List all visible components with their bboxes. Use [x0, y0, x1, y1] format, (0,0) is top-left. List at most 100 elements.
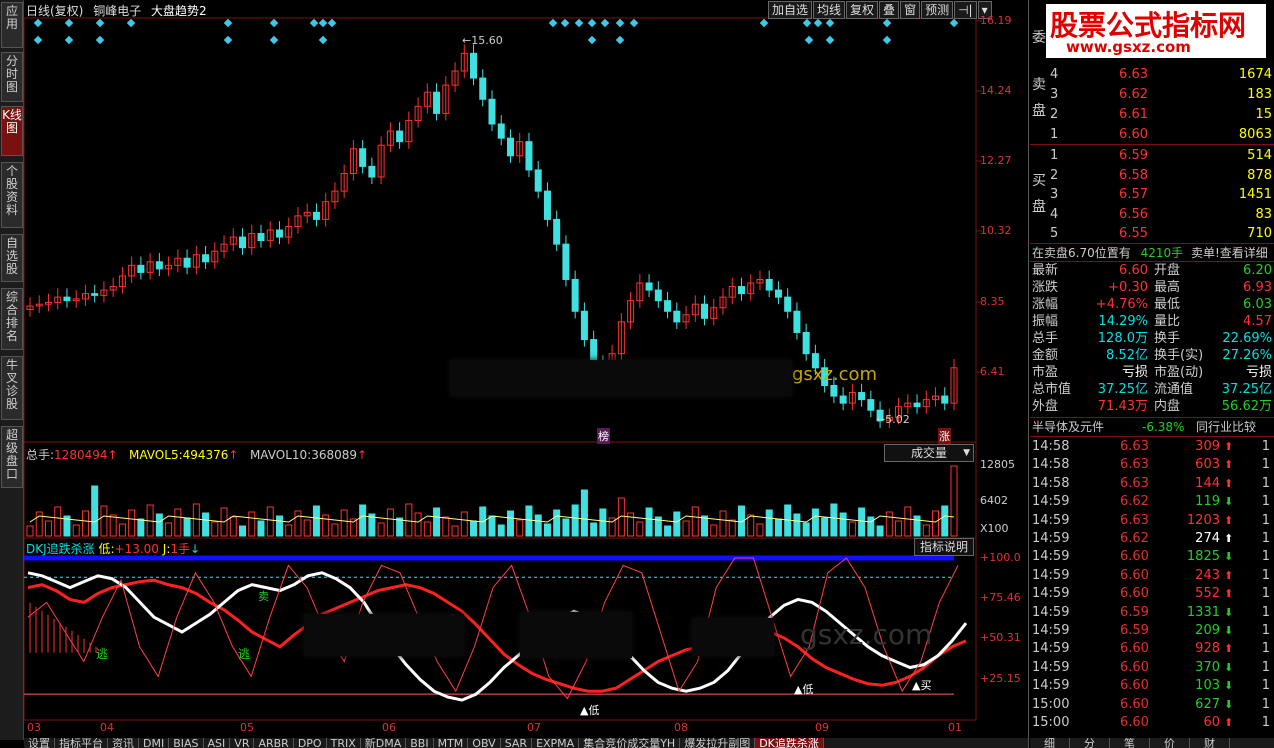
volume-bar: [248, 511, 256, 537]
indicator-help-button[interactable]: 指标说明: [914, 538, 974, 556]
order-level[interactable]: 4 6.56 83: [1032, 206, 1272, 224]
volume-bar: [128, 509, 136, 537]
indicator-tab[interactable]: 指标平台: [55, 738, 108, 748]
indicator-tab[interactable]: DMI: [139, 738, 170, 748]
volume-bar: [44, 520, 52, 537]
rank-badge[interactable]: 榜: [597, 428, 610, 444]
quote-row: 金额 8.52亿 换手(实) 27.26%: [1032, 348, 1272, 363]
volume-bar: [54, 506, 62, 537]
indicator-tab[interactable]: DPO: [294, 738, 327, 748]
indicator-tab[interactable]: TRIX: [327, 738, 361, 748]
toolbar-button-0[interactable]: 加自选: [768, 1, 813, 19]
candle-body: [506, 137, 514, 157]
volume-bar: [331, 523, 339, 537]
volume-bar: [950, 465, 958, 537]
order-level[interactable]: 1 6.60 8063: [1032, 126, 1272, 144]
toolbar-button-5[interactable]: 预测: [921, 1, 954, 19]
volume-bar: [275, 515, 283, 537]
detail-tab[interactable]: 价: [1150, 738, 1190, 748]
indicator-tick: +75.46: [980, 591, 1021, 604]
signal-diamond: [825, 18, 835, 28]
indicator-tab[interactable]: 集合竞价成交量YH: [579, 738, 681, 748]
volume-bar: [322, 514, 330, 537]
quote-row: 涨幅 +4.76% 最低 6.03: [1032, 297, 1272, 312]
nav-diagnose[interactable]: 牛叉诊股: [1, 356, 23, 420]
volume-bar: [137, 518, 145, 537]
candle-body: [470, 52, 478, 79]
toolbar-button-1[interactable]: 均线: [813, 1, 846, 19]
indicator-tab[interactable]: VR: [230, 738, 255, 748]
volume-selector[interactable]: 成交量 ▼: [884, 444, 974, 462]
escape-signal: 逃: [238, 647, 251, 661]
volume-bar: [377, 522, 385, 537]
indicator-tab[interactable]: DK追跌杀涨: [755, 738, 824, 748]
toolbar-button-4[interactable]: 窗: [900, 1, 921, 19]
candle-body: [396, 130, 404, 143]
tick-row: 14:59 6.60 552 ⬆ 1: [1032, 586, 1270, 602]
signal-diamond: [882, 35, 892, 45]
signal-diamond: [629, 18, 639, 28]
indicator-tab[interactable]: OBV: [468, 738, 501, 748]
candle-body: [571, 278, 579, 312]
nav-watchlist[interactable]: 自选股: [1, 234, 23, 282]
indicator-tab[interactable]: BBI: [406, 738, 434, 748]
volume-bar: [433, 507, 441, 537]
signal-diamond: [95, 18, 105, 28]
tick-row: 14:58 6.63 144 ⬆ 1: [1032, 475, 1270, 491]
nav-timeshare[interactable]: 分时图: [1, 52, 23, 102]
indicator-tab[interactable]: 设置: [24, 738, 55, 748]
candle-body: [839, 395, 847, 404]
indicator-tab[interactable]: BIAS: [169, 738, 204, 748]
candle-body: [202, 254, 210, 263]
order-level[interactable]: 5 6.55 710: [1032, 225, 1272, 243]
volume-bar: [747, 514, 755, 537]
nav-ranking[interactable]: 综合排名: [1, 288, 23, 350]
toolbar-button-3[interactable]: 叠: [879, 1, 900, 19]
volume-bar: [442, 516, 450, 537]
signal-diamond: [309, 18, 319, 28]
sector-row[interactable]: 半导体及元件 -6.38% 同行业比较: [1032, 418, 1272, 436]
indicator-tab[interactable]: ARBR: [254, 738, 294, 748]
big-order-notice[interactable]: 在卖盘6.70位置有 4210手 卖单!查看详细: [1032, 244, 1272, 262]
order-level[interactable]: 2 6.61 15: [1032, 106, 1272, 124]
detail-tab[interactable]: 笔: [1110, 738, 1150, 748]
signal-diamond: [615, 35, 625, 45]
watermark: gsxz.com: [800, 618, 933, 651]
toolbar-button-6[interactable]: ⊣|: [954, 1, 977, 19]
volume-unit: X100: [980, 522, 1009, 535]
nav-app[interactable]: 应用: [1, 2, 23, 48]
quote-row: 外盘 71.43万 内盘 56.62万: [1032, 399, 1272, 414]
indicator-tab[interactable]: SAR: [501, 738, 533, 748]
volume-tick: 12805: [980, 458, 1015, 471]
indicator-tab[interactable]: MTM: [434, 738, 469, 748]
price-tick: 12.27: [980, 154, 1012, 167]
candle-body: [553, 218, 561, 245]
tick-row: 14:59 6.59 209 ⬇ 1: [1032, 623, 1270, 638]
volume-bar: [257, 520, 265, 537]
indicator-tab[interactable]: 爆发拉升副图: [680, 738, 756, 748]
toolbar-button-2[interactable]: 复权: [846, 1, 879, 19]
detail-tab[interactable]: 财: [1190, 738, 1230, 748]
order-level[interactable]: 3 6.57 1451: [1032, 186, 1272, 204]
order-level[interactable]: 3 6.62 183: [1032, 86, 1272, 104]
volume-bar: [414, 512, 422, 537]
volume-bar: [885, 511, 893, 537]
indicator-tab[interactable]: 新DMA: [361, 738, 407, 748]
indicator-tab[interactable]: EXPMA: [532, 738, 580, 748]
candle-body: [793, 310, 801, 333]
volume-bar: [821, 517, 829, 537]
detail-tab[interactable]: 分: [1070, 738, 1110, 748]
date-tick: 07: [527, 721, 541, 734]
order-level[interactable]: 4 6.63 1674: [1032, 66, 1272, 84]
order-level[interactable]: 1 6.59 514: [1032, 147, 1272, 165]
detail-tab[interactable]: 细: [1030, 738, 1070, 748]
nav-super-panel[interactable]: 超级盘口: [1, 426, 23, 488]
site-logo: 股票公式指标网 www.gsxz.com: [1046, 4, 1266, 58]
indicator-tab[interactable]: 资讯: [108, 738, 139, 748]
indicator-tab[interactable]: ASI: [204, 738, 231, 748]
nav-profile[interactable]: 个股资料: [1, 162, 23, 228]
candle-body: [654, 289, 662, 302]
order-level[interactable]: 2 6.58 878: [1032, 167, 1272, 185]
nav-kline[interactable]: K线图: [1, 106, 23, 156]
overlay-mask: [520, 612, 632, 658]
